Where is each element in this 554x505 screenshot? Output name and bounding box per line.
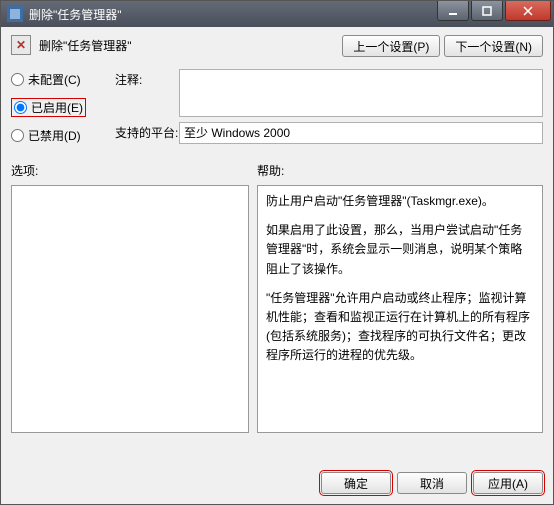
- radio-not-configured-input[interactable]: [11, 73, 24, 86]
- radio-not-configured-label: 未配置(C): [28, 71, 81, 88]
- radio-disabled[interactable]: 已禁用(D): [11, 127, 111, 144]
- help-label: 帮助:: [257, 162, 284, 179]
- radio-not-configured[interactable]: 未配置(C): [11, 71, 111, 88]
- radio-enabled-label: 已启用(E): [31, 99, 83, 116]
- prev-setting-button[interactable]: 上一个设置(P): [342, 35, 440, 57]
- titlebar: 删除"任务管理器": [1, 1, 553, 27]
- bottom-button-bar: 确定 取消 应用(A): [1, 464, 553, 504]
- platform-field[interactable]: [179, 122, 543, 144]
- settings-grid: 未配置(C) 已启用(E) 已禁用(D) 注释: 支持的平台:: [11, 69, 543, 144]
- apply-button[interactable]: 应用(A): [473, 472, 543, 494]
- help-p1: 防止用户启动"任务管理器"(Taskmgr.exe)。: [266, 192, 534, 211]
- window-controls: [437, 1, 553, 27]
- dialog-window: 删除"任务管理器" ✕ 删除"任务管理器" 上一个设置(P) 下一个设置(N): [0, 0, 554, 505]
- maximize-button[interactable]: [471, 1, 503, 21]
- comment-label: 注释:: [115, 69, 175, 88]
- window-title: 删除"任务管理器": [29, 6, 437, 23]
- lower-labels: 选项: 帮助:: [11, 162, 543, 179]
- header-row: ✕ 删除"任务管理器" 上一个设置(P) 下一个设置(N): [11, 35, 543, 57]
- app-icon: [7, 6, 23, 22]
- next-setting-button[interactable]: 下一个设置(N): [444, 35, 543, 57]
- ok-button[interactable]: 确定: [321, 472, 391, 494]
- options-label: 选项:: [11, 162, 257, 179]
- nav-buttons: 上一个设置(P) 下一个设置(N): [342, 35, 543, 57]
- cancel-button[interactable]: 取消: [397, 472, 467, 494]
- radio-disabled-label: 已禁用(D): [28, 127, 81, 144]
- minimize-button[interactable]: [437, 1, 469, 21]
- close-icon: [523, 6, 533, 16]
- maximize-icon: [482, 6, 492, 16]
- content-area: ✕ 删除"任务管理器" 上一个设置(P) 下一个设置(N) 未配置(C) 已启用…: [1, 27, 553, 464]
- panes: 防止用户启动"任务管理器"(Taskmgr.exe)。 如果启用了此设置，那么，…: [11, 185, 543, 433]
- help-p2: 如果启用了此设置，那么，当用户尝试启动"任务管理器"时，系统会显示一则消息，说明…: [266, 221, 534, 279]
- policy-icon: ✕: [11, 35, 31, 55]
- radio-enabled-input[interactable]: [14, 101, 27, 114]
- comment-input[interactable]: [179, 69, 543, 117]
- radio-disabled-input[interactable]: [11, 129, 24, 142]
- help-pane: 防止用户启动"任务管理器"(Taskmgr.exe)。 如果启用了此设置，那么，…: [257, 185, 543, 433]
- platform-label: 支持的平台:: [115, 122, 175, 141]
- policy-title: 删除"任务管理器": [39, 35, 334, 54]
- help-p3: "任务管理器"允许用户启动或终止程序；监视计算机性能；查看和监视正运行在计算机上…: [266, 289, 534, 366]
- radio-enabled[interactable]: 已启用(E): [11, 98, 111, 117]
- minimize-icon: [448, 6, 458, 16]
- radio-enabled-highlight: 已启用(E): [11, 98, 86, 117]
- options-pane: [11, 185, 249, 433]
- close-button[interactable]: [505, 1, 551, 21]
- state-radio-group: 未配置(C) 已启用(E) 已禁用(D): [11, 69, 111, 144]
